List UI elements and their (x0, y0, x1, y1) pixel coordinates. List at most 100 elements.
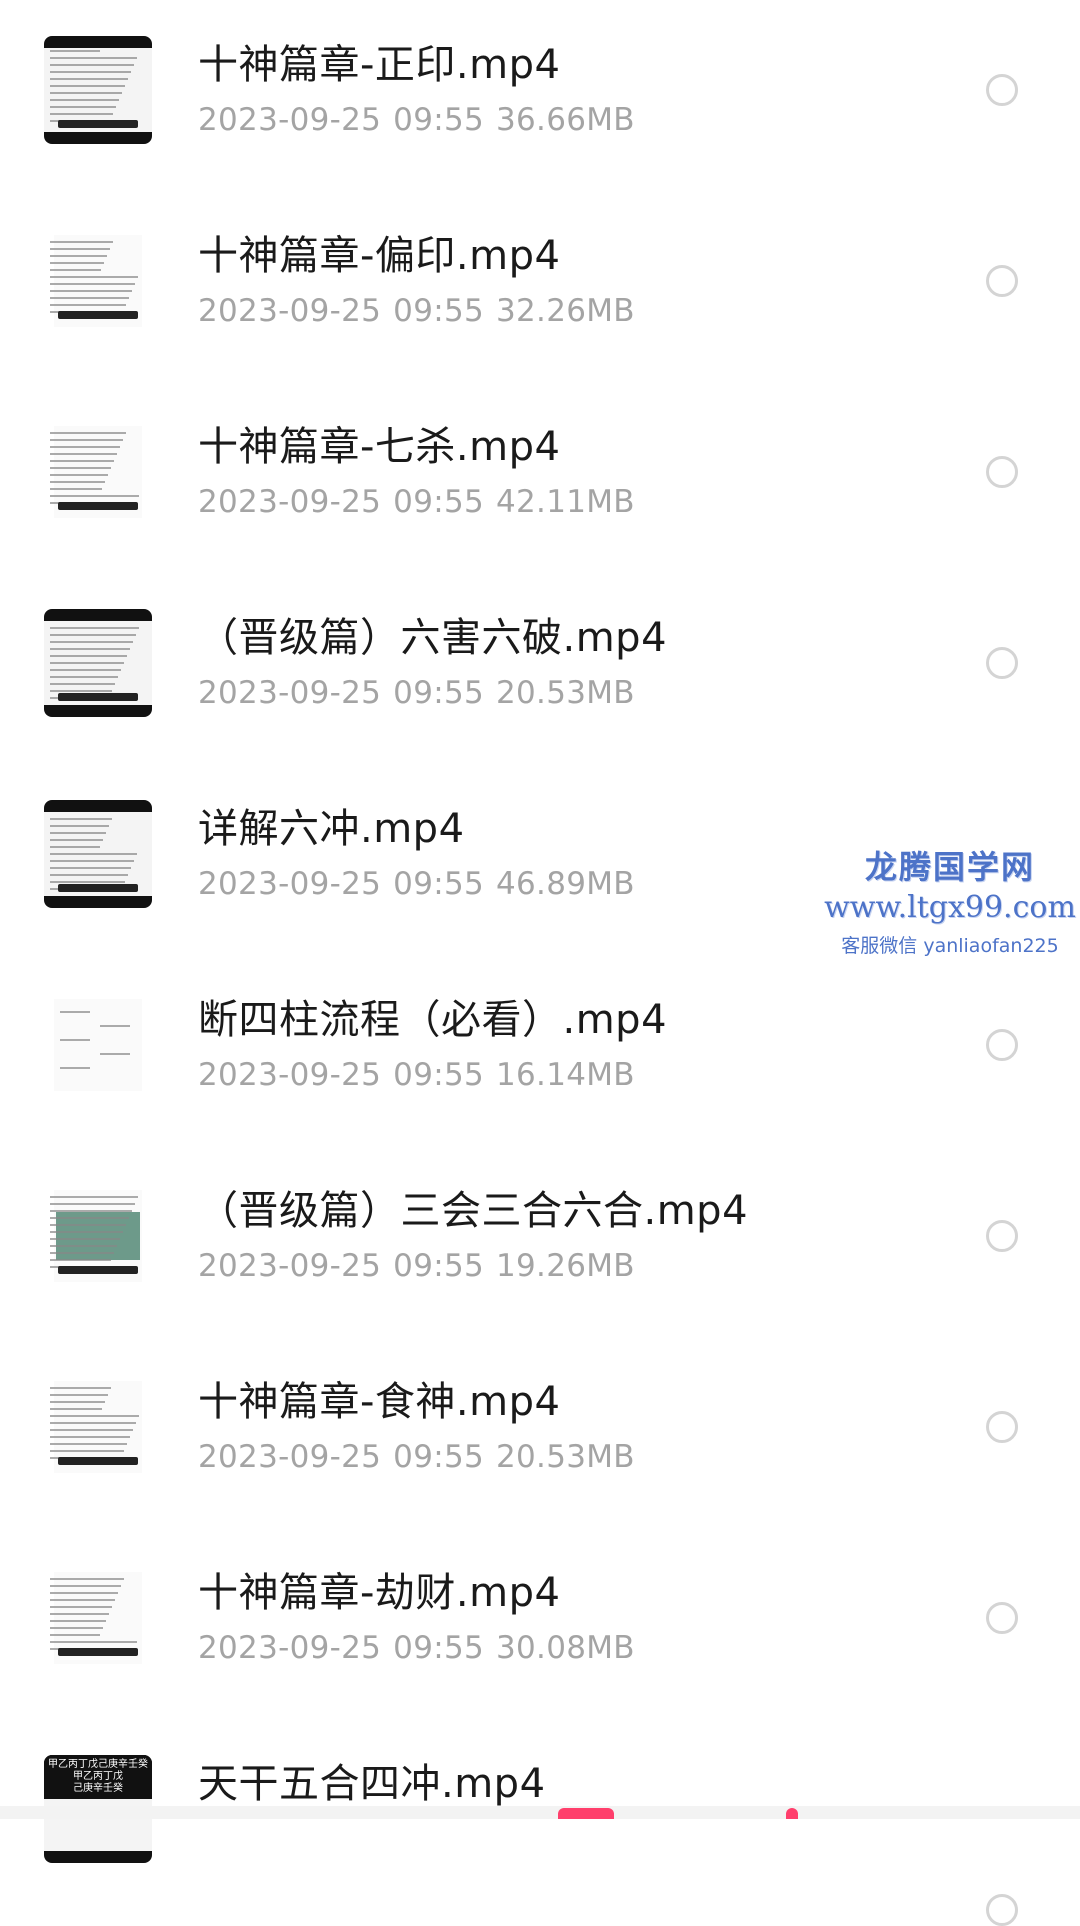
file-name[interactable]: 十神篇章-劫财.mp4 (198, 1560, 560, 1618)
video-thumbnail[interactable] (44, 800, 152, 908)
thumbnail-line (50, 1578, 124, 1580)
thumbnail-line (50, 1429, 133, 1431)
thumbnail-line (50, 488, 102, 490)
thumbnail-line (50, 78, 128, 80)
file-size: 42.11MB (496, 484, 635, 520)
video-thumbnail[interactable] (44, 36, 152, 144)
thumbnail-line (50, 634, 136, 636)
thumbnail-line (50, 269, 101, 271)
thumbnail-line (50, 648, 130, 650)
thumbnail-line (50, 839, 103, 841)
select-radio[interactable] (986, 1029, 1018, 1061)
thumbnail-line (50, 655, 127, 657)
thumbnail-line (50, 1606, 112, 1608)
thumbnail-line (50, 1415, 139, 1417)
thumbnail-line (50, 690, 112, 692)
file-name[interactable]: 十神篇章-食神.mp4 (198, 1369, 560, 1427)
select-radio[interactable] (986, 1894, 1018, 1926)
select-radio[interactable] (986, 74, 1018, 106)
thumbnail-line (50, 1585, 121, 1587)
thumbnail-line (50, 262, 104, 264)
thumbnail-line (50, 1443, 127, 1445)
thumbnail-line (50, 297, 129, 299)
file-name[interactable]: 十神篇章-七杀.mp4 (198, 414, 560, 472)
file-time: 09:55 (393, 1630, 485, 1666)
thumbnail-slab-text: 甲乙丙丁戊 (73, 1771, 123, 1782)
file-name[interactable]: 详解六冲.mp4 (198, 796, 465, 854)
thumbnail-line (50, 304, 126, 306)
thumbnail-line (50, 1436, 130, 1438)
file-time: 09:55 (393, 675, 485, 711)
thumbnail-line (50, 860, 134, 862)
file-meta: 2023-09-25 09:55 20.53MB (198, 675, 647, 711)
thumbnail-subtitle-bar (58, 1457, 138, 1465)
file-name[interactable]: 十神篇章-正印.mp4 (198, 32, 560, 90)
file-row[interactable]: 十神篇章-劫财.mp4 2023-09-25 09:55 30.08MB (0, 1528, 1080, 1719)
file-date: 2023-09-25 (198, 1439, 382, 1475)
thumbnail-subtitle-bar (58, 693, 138, 701)
thumbnail-subtitle-bar (58, 1648, 138, 1656)
thumbnail-line (50, 276, 138, 278)
thumbnail-line (50, 85, 125, 87)
file-row[interactable]: （晋级篇）三会三合六合.mp4 2023-09-25 09:55 19.26MB (0, 1146, 1080, 1337)
select-radio[interactable] (986, 265, 1018, 297)
video-thumbnail[interactable] (44, 418, 152, 526)
file-meta: 2023-09-25 09:55 36.66MB (198, 102, 647, 138)
watermark: 龙腾国学网 www.ltgx99.com 客服微信 yanliaofan225 (820, 842, 1080, 958)
file-name[interactable]: （晋级篇）三会三合六合.mp4 (198, 1178, 748, 1236)
thumbnail-line (50, 1401, 105, 1403)
thumbnail-line (50, 825, 109, 827)
file-name[interactable]: （晋级篇）六害六破.mp4 (198, 605, 667, 663)
thumbnail-line (50, 853, 137, 855)
file-row[interactable]: 十神篇章-偏印.mp4 2023-09-25 09:55 32.26MB (0, 191, 1080, 382)
file-size: 19.26MB (496, 1248, 635, 1284)
file-meta: 2023-09-25 09:55 16.14MB (198, 1057, 647, 1093)
thumbnail-line (50, 1641, 137, 1643)
thumbnail-line (50, 1238, 120, 1240)
thumbnail-line (50, 460, 114, 462)
select-radio[interactable] (986, 1602, 1018, 1634)
video-thumbnail[interactable] (44, 1564, 152, 1672)
select-radio[interactable] (986, 1220, 1018, 1252)
file-meta: 2023-09-25 09:55 20.53MB (198, 1439, 647, 1475)
thumbnail-line (50, 290, 132, 292)
file-date: 2023-09-25 (198, 866, 382, 902)
select-radio[interactable] (986, 1411, 1018, 1443)
video-thumbnail[interactable] (44, 1182, 152, 1290)
thumbnail-line (50, 662, 124, 664)
file-row[interactable]: 十神篇章-食神.mp4 2023-09-25 09:55 20.53MB (0, 1337, 1080, 1528)
thumbnail-subtitle-bar (58, 502, 138, 510)
video-thumbnail[interactable] (44, 1373, 152, 1481)
file-row[interactable]: 断四柱流程（必看）.mp4 2023-09-25 09:55 16.14MB (0, 955, 1080, 1146)
thumbnail-line (50, 1634, 100, 1636)
video-thumbnail[interactable] (44, 991, 152, 1099)
select-radio[interactable] (986, 456, 1018, 488)
thumbnail-line (50, 241, 113, 243)
file-meta: 2023-09-25 09:55 19.26MB (198, 1248, 647, 1284)
thumbnail-line (50, 481, 105, 483)
file-date: 2023-09-25 (198, 293, 382, 329)
file-time: 09:55 (393, 484, 485, 520)
file-row[interactable]: （晋级篇）六害六破.mp4 2023-09-25 09:55 20.53MB (0, 573, 1080, 764)
thumbnail-line (50, 1196, 138, 1198)
file-meta: 2023-09-25 09:55 32.26MB (198, 293, 647, 329)
thumbnail-line (50, 446, 120, 448)
file-name[interactable]: 断四柱流程（必看）.mp4 (198, 987, 667, 1045)
select-radio[interactable] (986, 647, 1018, 679)
file-time: 09:55 (393, 293, 485, 329)
thumbnail-line (50, 641, 133, 643)
file-row[interactable]: 十神篇章-正印.mp4 2023-09-25 09:55 36.66MB (0, 0, 1080, 191)
video-thumbnail[interactable] (44, 609, 152, 717)
thumbnail-line (100, 1025, 130, 1027)
file-row[interactable]: 十神篇章-七杀.mp4 2023-09-25 09:55 42.11MB (0, 382, 1080, 573)
file-name[interactable]: 天干五合四冲.mp4 (198, 1751, 546, 1809)
file-time: 09:55 (393, 866, 485, 902)
thumbnail-line (50, 669, 121, 671)
file-name[interactable]: 十神篇章-偏印.mp4 (198, 223, 560, 281)
thumbnail-line (50, 1210, 132, 1212)
thumbnail-line (50, 439, 123, 441)
thumbnail-line (50, 64, 134, 66)
thumbnail-line (50, 99, 119, 101)
video-thumbnail[interactable] (44, 227, 152, 335)
thumbnail-line (50, 1592, 118, 1594)
